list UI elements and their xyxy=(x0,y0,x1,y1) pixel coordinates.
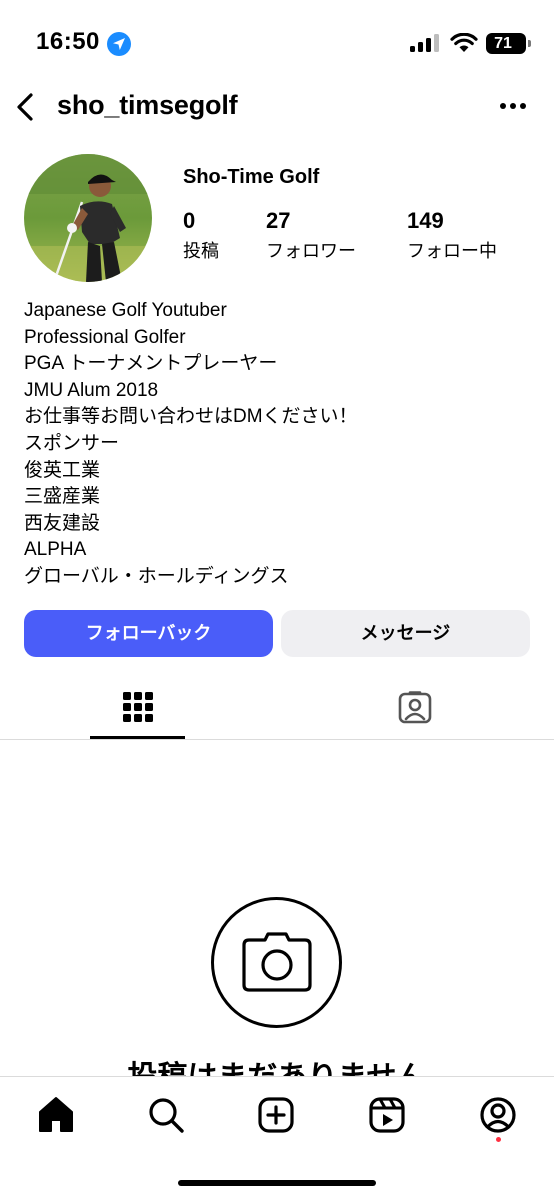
bio-line: スポンサー xyxy=(24,432,120,454)
bio-line: 三盛産業 xyxy=(24,486,101,508)
more-options-icon[interactable] xyxy=(500,103,526,111)
profile-bio: Japanese Golf Youtuber Professional Golf… xyxy=(24,298,534,591)
stat-label: 投稿 xyxy=(183,241,219,261)
bio-line: PGA トーナメントプレーヤー xyxy=(24,353,278,375)
back-chevron-icon[interactable] xyxy=(12,91,42,123)
grid-icon xyxy=(123,692,153,722)
cellular-signal-icon xyxy=(410,34,439,52)
bio-line: Professional Golfer xyxy=(24,326,186,348)
camera-icon xyxy=(242,932,312,992)
tab-posts-grid[interactable] xyxy=(90,682,185,740)
create-icon[interactable] xyxy=(256,1095,296,1135)
stat-label: フォロワー xyxy=(266,241,356,261)
home-indicator xyxy=(178,1180,376,1186)
empty-state-camera xyxy=(211,897,342,1028)
bio-line: JMU Alum 2018 xyxy=(24,379,159,401)
wifi-icon xyxy=(450,33,478,52)
bottom-nav xyxy=(0,1076,554,1199)
profile-avatar[interactable] xyxy=(24,154,152,282)
location-arrow-icon xyxy=(107,32,131,56)
stat-followers[interactable]: 27 フォロワー xyxy=(266,208,356,263)
search-icon[interactable] xyxy=(146,1095,186,1135)
stat-value: 149 xyxy=(407,208,444,233)
bio-line: Japanese Golf Youtuber xyxy=(24,300,227,321)
profile-username: sho_timsegolf xyxy=(57,90,238,120)
profile-header: sho_timsegolf xyxy=(0,85,554,129)
notification-dot xyxy=(496,1137,501,1142)
profile-icon[interactable] xyxy=(478,1095,518,1135)
bio-line: グローバル・ホールディングス xyxy=(24,565,289,587)
tab-tagged[interactable] xyxy=(368,682,463,740)
tab-divider xyxy=(0,739,554,740)
message-button[interactable]: メッセージ xyxy=(281,610,530,657)
home-icon[interactable] xyxy=(36,1095,76,1135)
bio-line: ALPHA xyxy=(24,539,87,561)
battery-icon: 71 xyxy=(486,33,531,54)
status-time: 16:50 xyxy=(36,28,100,55)
bio-line: 俊英工業 xyxy=(24,459,101,481)
tagged-icon xyxy=(398,691,432,724)
stat-posts[interactable]: 0 投稿 xyxy=(183,208,219,263)
display-name: Sho-Time Golf xyxy=(183,166,320,188)
stat-label: フォロー中 xyxy=(407,241,497,261)
status-bar: 16:50 71 xyxy=(0,0,554,90)
stat-value: 27 xyxy=(266,208,291,233)
follow-back-button[interactable]: フォローバック xyxy=(24,610,273,657)
bio-line: お仕事等お問い合わせはDMください！ xyxy=(24,406,358,428)
bio-line: 西友建設 xyxy=(24,512,101,534)
battery-level: 71 xyxy=(494,35,512,52)
reels-icon[interactable] xyxy=(367,1095,407,1135)
stat-following[interactable]: 149 フォロー中 xyxy=(407,208,497,263)
stat-value: 0 xyxy=(183,208,196,233)
